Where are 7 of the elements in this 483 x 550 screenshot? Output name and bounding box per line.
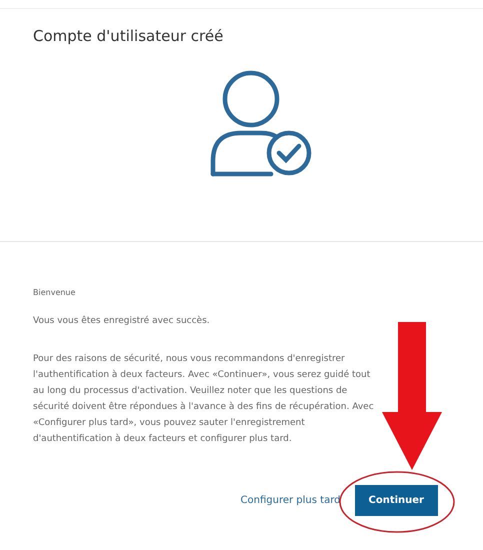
- user-check-icon: [208, 69, 312, 177]
- info-paragraph: Pour des raisons de sécurité, nous vous recommandons d'enregistrer l'authentification à deux facteurs. Avec «Continuer», vous serez guidé tout au long du processus d'activation. Veuillez noter que les questions de sécurité doivent être répondues à l'avance à des fins de récupération. Avec «Configurer plus tard», vous pouvez sauter l'enregistrement d'authentification à deux facteurs et configurer plus tard.: [33, 352, 375, 446]
- welcome-heading: Bienvenue: [33, 288, 76, 297]
- configure-later-link[interactable]: Configurer plus tard: [236, 491, 344, 510]
- dialog-title: Compte d'utilisateur créé: [33, 27, 224, 45]
- success-message: Vous vous êtes enregistré avec succès.: [33, 314, 211, 328]
- continue-button[interactable]: Continuer: [354, 485, 438, 516]
